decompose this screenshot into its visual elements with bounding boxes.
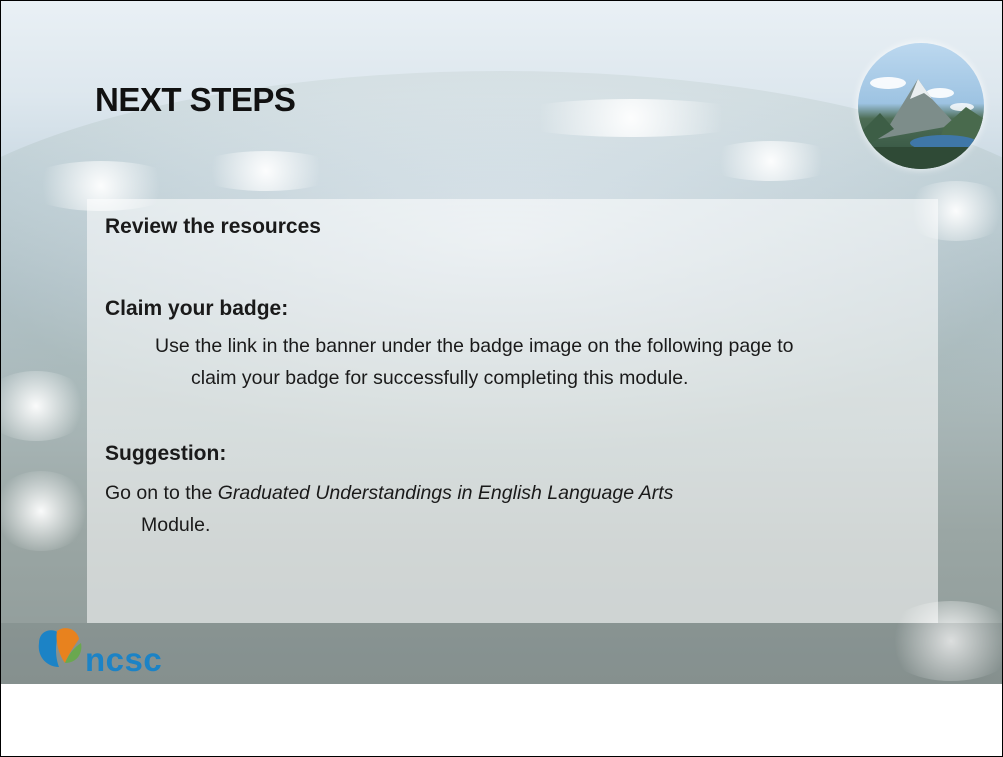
suggestion-prefix: Go on to the [105,482,218,504]
cloud [501,99,761,137]
claim-badge-line-2: claim your badge for successfully comple… [191,367,689,389]
cloud [1,471,91,551]
review-resources-heading: Review the resources [105,215,321,238]
slide-frame: NEXT STEPS Review the resources Claim yo… [0,0,1003,757]
cloud [1,371,91,441]
mountain-badge-icon [858,43,984,169]
slide-title: NEXT STEPS [95,81,296,118]
suggestion-line-1: Go on to the Graduated Understandings in… [105,479,673,507]
claim-badge-line-1: Use the link in the banner under the bad… [155,335,794,357]
ncsc-wordmark: ncsc [85,641,163,678]
module-title: Graduated Understandings in English Lang… [217,482,674,504]
cloud [191,151,341,191]
cloud [701,141,841,181]
content-panel [87,199,938,623]
claim-badge-heading: Claim your badge: [105,297,289,320]
ncsc-leaf-icon [38,628,82,667]
suggestion-heading: Suggestion: [105,442,227,465]
slide-background: NEXT STEPS Review the resources Claim yo… [1,1,1002,684]
suggestion-line-2: Module. [141,514,211,536]
